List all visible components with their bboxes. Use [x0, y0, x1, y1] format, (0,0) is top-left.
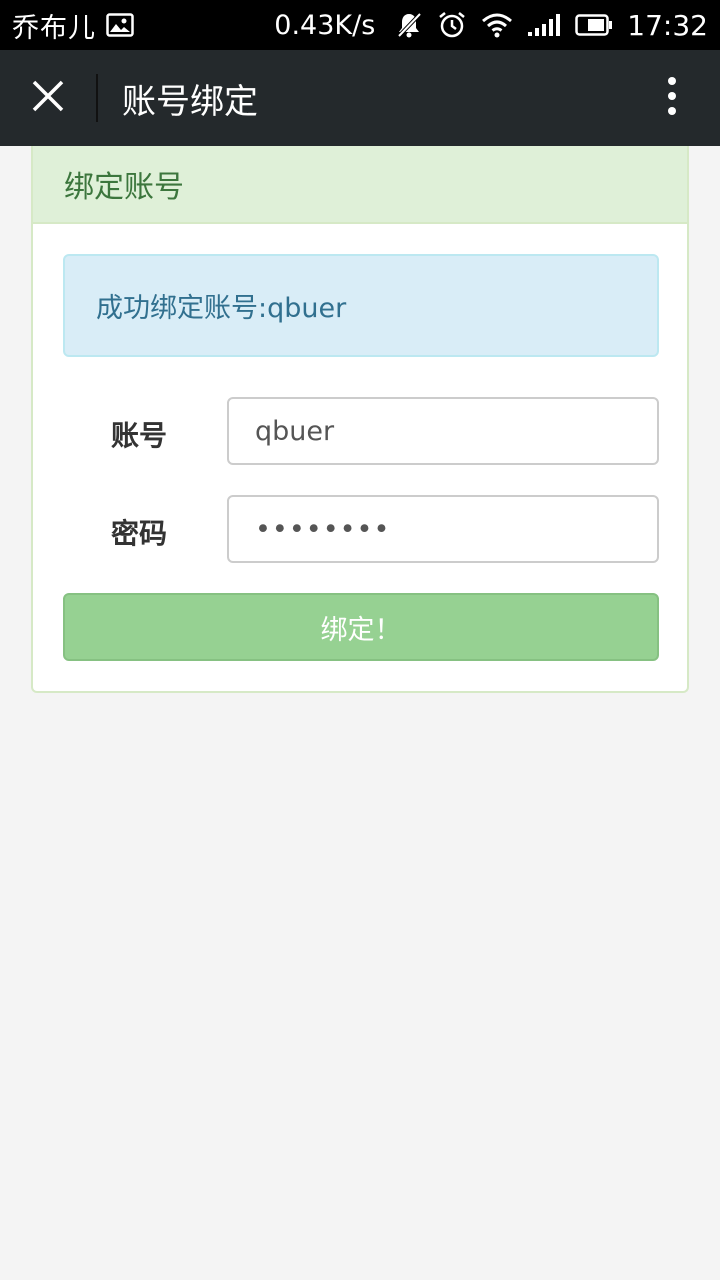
status-right: 0.43K/s 17:32 [274, 9, 720, 42]
title-bar: 账号绑定 [0, 50, 720, 146]
password-input[interactable] [227, 495, 659, 563]
battery-icon [575, 14, 613, 36]
password-label: 密码 [111, 517, 168, 550]
bell-muted-icon [395, 11, 423, 39]
bind-button[interactable]: 绑定！ [63, 593, 659, 661]
panel-heading: 绑定账号 [33, 146, 687, 224]
close-button[interactable] [0, 50, 96, 146]
page-title: 账号绑定 [122, 81, 258, 122]
status-carrier: 乔布儿 [12, 12, 96, 44]
bind-account-panel: 绑定账号 成功绑定账号:qbuer 账号 密码 绑定！ [31, 146, 689, 693]
account-label: 账号 [111, 419, 168, 452]
more-vert-icon [666, 76, 678, 120]
status-bar: 乔布儿 0.43K/s 17:32 [0, 0, 720, 50]
more-menu-button[interactable] [624, 50, 720, 146]
account-input[interactable] [227, 397, 659, 465]
alarm-icon [437, 10, 467, 40]
title-divider [96, 74, 98, 122]
image-icon [106, 13, 134, 37]
signal-icon [527, 13, 561, 37]
close-icon [31, 79, 65, 117]
success-alert: 成功绑定账号:qbuer [63, 254, 659, 357]
network-speed: 0.43K/s [274, 9, 376, 41]
status-time: 17:32 [627, 8, 708, 42]
status-left: 乔布儿 [0, 6, 134, 45]
wifi-icon [481, 12, 513, 38]
